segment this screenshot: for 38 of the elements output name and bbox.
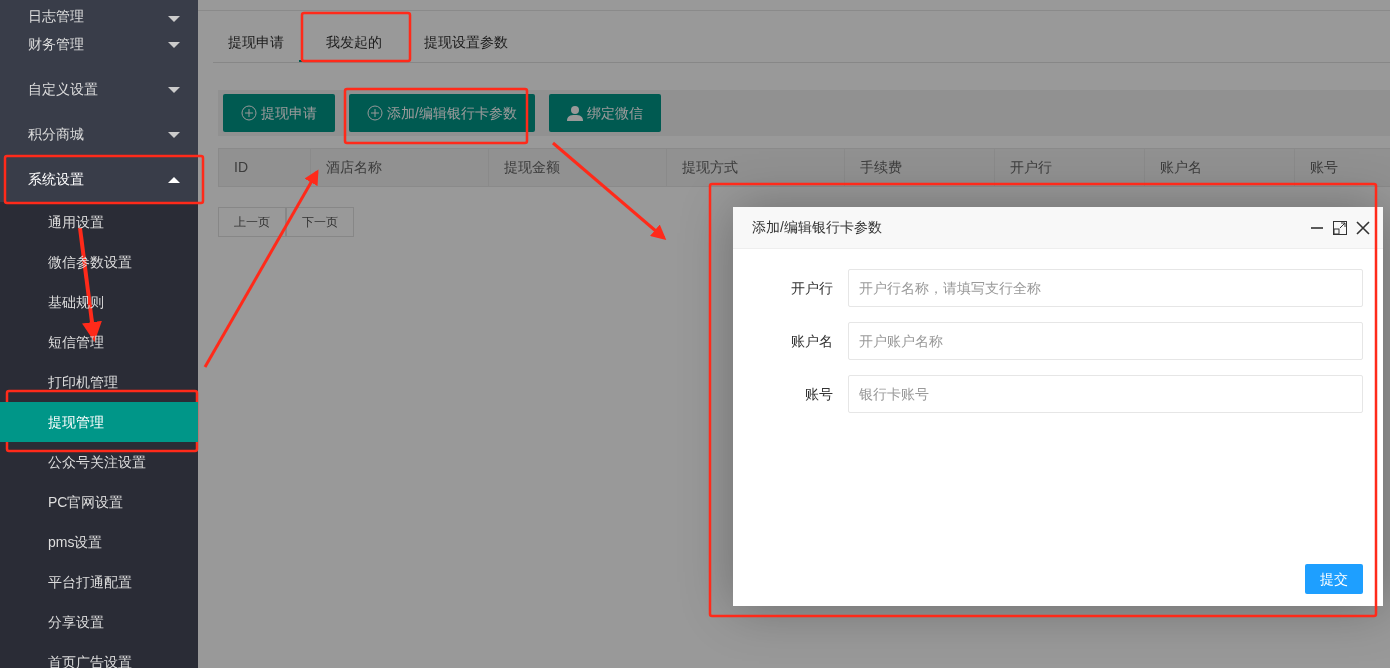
field-label: 账号 [804,384,834,404]
user-icon [566,105,583,121]
sidebar-subitem[interactable]: 提现管理 [0,402,198,442]
field-label: 账户名 [790,331,834,351]
column-header: 酒店名称 [311,149,489,186]
input-field[interactable]: 开户行名称，请填写支行全称 [848,269,1363,307]
column-header: 账号 [1295,149,1390,186]
field-label: 开户行 [790,278,834,298]
column-header: 账户名 [1145,149,1295,186]
sidebar-subitem[interactable]: pms设置 [0,522,198,562]
tab[interactable]: 提现设置参数 [409,22,523,62]
sidebar-subitem[interactable]: 首页广告设置 [0,642,198,668]
sidebar-item[interactable]: 自定义设置 [0,67,198,112]
column-header: 提现方式 [667,149,845,186]
column-header: 开户行 [995,149,1145,186]
sidebar-item[interactable]: 积分商城 [0,112,198,157]
sidebar-subitem[interactable]: 平台打通配置 [0,562,198,602]
sidebar-subitem[interactable]: 短信管理 [0,322,198,362]
sidebar-subitem[interactable]: 打印机管理 [0,362,198,402]
close-icon[interactable] [1355,219,1371,236]
column-header: 提现金额 [489,149,667,186]
input-field[interactable]: 开户账户名称 [848,322,1363,360]
column-header: ID [219,149,311,186]
tab[interactable]: 提现申请 [213,22,299,62]
sidebar-subitem[interactable]: 通用设置 [0,202,198,242]
plus-circle-icon [367,105,383,121]
sidebar-item[interactable]: 财务管理 [0,22,198,67]
plus-circle-icon [241,105,257,121]
sidebar-item[interactable]: 日志管理 [0,0,198,22]
column-header: 手续费 [845,149,995,186]
sidebar-item[interactable]: 系统设置 [0,157,198,202]
input-field[interactable]: 银行卡账号 [848,375,1363,413]
tab[interactable]: 我发起的 [299,22,409,62]
dialog-title: 添加/编辑银行卡参数 [752,218,882,237]
sidebar-subitem[interactable]: PC官网设置 [0,482,198,522]
maximize-icon[interactable] [1332,219,1348,236]
sidebar-subitem[interactable]: 分享设置 [0,602,198,642]
sidebar-subitem[interactable]: 公众号关注设置 [0,442,198,482]
